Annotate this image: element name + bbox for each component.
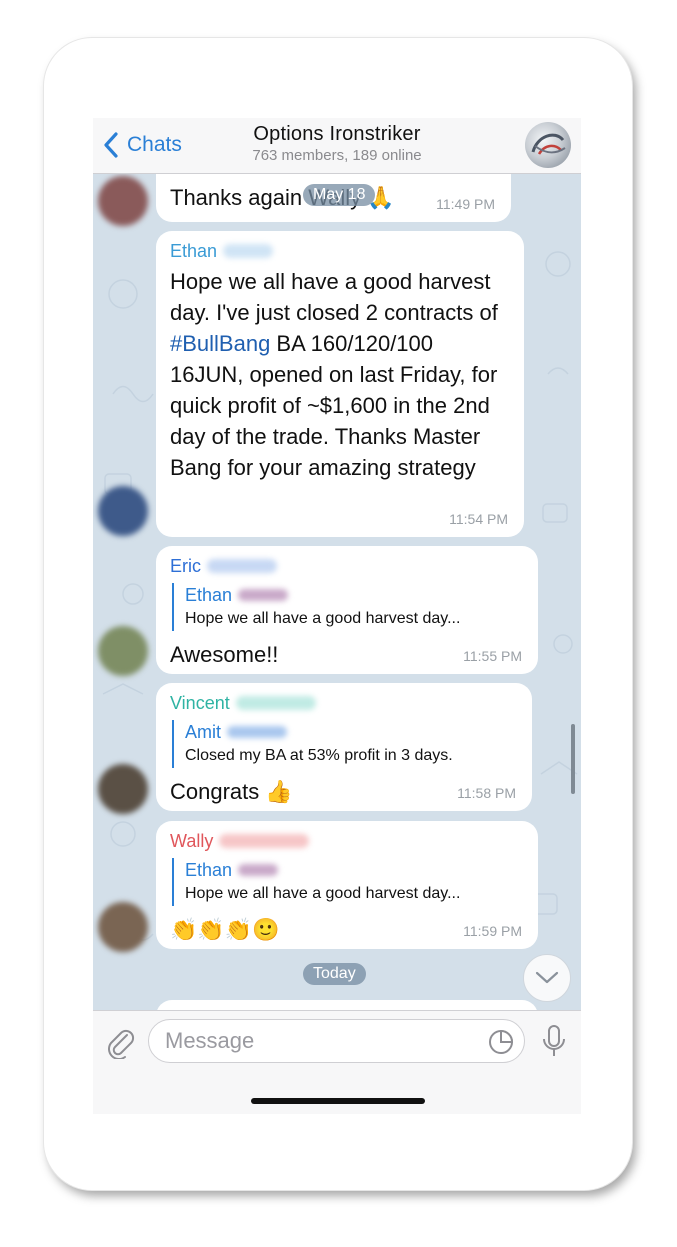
chat-title-area[interactable]: Options Ironstriker 763 members, 189 onl… (193, 123, 481, 164)
avatar[interactable] (98, 486, 148, 536)
microphone-icon[interactable] (541, 1023, 567, 1061)
date-pill: May 18 (303, 184, 376, 206)
message-time: 11:58 PM (457, 785, 516, 801)
sender-name: Wally (170, 831, 524, 852)
reply-text: Hope we all have a good harvest day... (185, 885, 461, 902)
redacted-surname (238, 864, 279, 876)
message-time: 11:49 PM (436, 196, 495, 212)
sender-name: Vincent (170, 693, 518, 714)
message-time: 11:55 PM (463, 648, 522, 664)
message-text: Hope we all have a good harvest day. I'v… (170, 266, 510, 483)
redacted-surname (227, 726, 287, 738)
reply-preview[interactable]: Ethan Hope we all have a good harvest da… (172, 858, 524, 906)
date-pill: Today (303, 963, 366, 985)
chevron-left-icon (104, 132, 118, 158)
sender-name-text: Ethan (170, 241, 218, 261)
avatar[interactable] (98, 764, 148, 814)
back-button[interactable]: Chats (103, 128, 182, 162)
avatar[interactable] (98, 176, 148, 226)
reply-author: Amit (185, 722, 221, 742)
message-time: 11:54 PM (449, 511, 508, 527)
message-bubble[interactable]: Vincent Amit Closed my BA at 53% profit … (156, 683, 532, 811)
message-time: 11:59 PM (463, 923, 522, 939)
scrollbar[interactable] (571, 724, 575, 794)
sender-name-text: Wally (170, 831, 214, 851)
hashtag-link[interactable]: #BullBang (170, 331, 270, 356)
message-input[interactable] (149, 1020, 469, 1062)
home-indicator[interactable] (251, 1098, 425, 1104)
reply-preview[interactable]: Ethan Hope we all have a good harvest da… (172, 583, 524, 631)
chevron-down-icon (535, 971, 559, 984)
message-bubble[interactable]: Ethan Hope we all have a good harvest da… (156, 231, 524, 537)
reply-text: Closed my BA at 53% profit in 3 days. (185, 747, 453, 764)
redacted-surname (207, 559, 277, 573)
redacted-surname (223, 244, 274, 258)
message-bubble[interactable]: Eric Ethan Hope we all have a good harve… (156, 546, 538, 674)
reply-author: Ethan (185, 860, 233, 880)
avatar[interactable] (98, 902, 148, 952)
avatar[interactable] (98, 626, 148, 676)
redacted-surname (235, 696, 316, 710)
chat-screen: Chats Options Ironstriker 763 members, 1… (93, 118, 581, 1114)
sender-name: Eric (170, 556, 524, 577)
back-label: Chats (127, 133, 182, 156)
message-field[interactable] (148, 1019, 525, 1063)
reply-text: Hope we all have a good harvest day... (185, 610, 461, 627)
reply-preview[interactable]: Amit Closed my BA at 53% profit in 3 day… (172, 720, 518, 768)
redacted-surname (238, 589, 289, 601)
member-count: 763 members, 189 online (252, 147, 422, 164)
sender-name-text: Vincent (170, 693, 230, 713)
paperclip-icon[interactable] (105, 1025, 135, 1059)
message-text-part: Hope we all have a good harvest day. I'v… (170, 269, 498, 325)
chat-header: Chats Options Ironstriker 763 members, 1… (93, 118, 581, 174)
message-list[interactable]: Thanks again Wally 🙏 11:49 PM May 18 Eth… (93, 158, 581, 1040)
group-avatar[interactable] (525, 122, 571, 168)
reply-author: Ethan (185, 585, 233, 605)
scroll-down-button[interactable] (523, 954, 571, 1002)
sender-name-text: Eric (170, 556, 201, 576)
chat-title: Options Ironstriker (253, 123, 421, 145)
sticker-icon[interactable] (488, 1029, 514, 1055)
sender-name: Ethan (170, 241, 510, 262)
message-input-bar (93, 1010, 581, 1114)
redacted-surname (219, 834, 310, 848)
group-logo-icon (531, 133, 566, 155)
message-bubble[interactable]: Wally Ethan Hope we all have a good harv… (156, 821, 538, 949)
